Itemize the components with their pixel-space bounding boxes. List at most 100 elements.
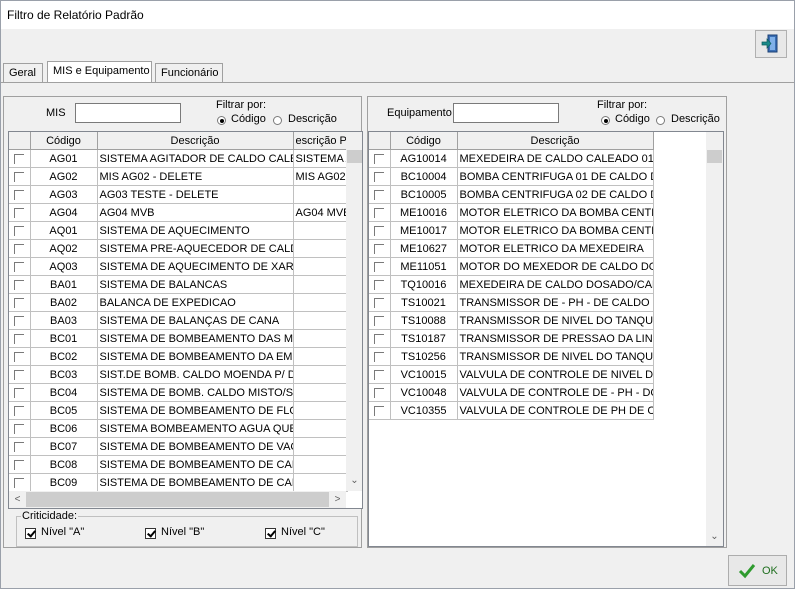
- mis-table-row[interactable]: AQ01 SISTEMA DE AQUECIMENTO: [9, 221, 348, 240]
- ok-button[interactable]: OK: [728, 555, 787, 586]
- mis-vscroll-thumb[interactable]: [347, 150, 362, 163]
- mis-table-row[interactable]: AG03 AG03 TESTE - DELETE: [9, 185, 348, 204]
- mis-scroll-left-icon[interactable]: <: [9, 491, 26, 508]
- equip-row-checkbox[interactable]: [369, 203, 391, 222]
- equip-row-descricao: MOTOR ELETRICO DA MEXEDEIRA: [457, 239, 654, 258]
- mis-row-checkbox[interactable]: [9, 203, 31, 222]
- equip-vscroll-thumb[interactable]: [707, 150, 722, 163]
- mis-row-checkbox[interactable]: [9, 275, 31, 294]
- mis-row-checkbox[interactable]: [9, 167, 31, 186]
- mis-table-row[interactable]: BC08 SISTEMA DE BOMBEAMENTO DE CAL: [9, 455, 348, 474]
- exit-button[interactable]: [755, 30, 787, 58]
- equip-table-row[interactable]: ME11051 MOTOR DO MEXEDOR DE CALDO DO: [369, 257, 654, 276]
- equip-row-checkbox[interactable]: [369, 257, 391, 276]
- equip-row-checkbox[interactable]: [369, 185, 391, 204]
- equip-search-input[interactable]: [453, 103, 559, 123]
- mis-radio-codigo[interactable]: [217, 116, 226, 125]
- equip-vertical-scrollbar[interactable]: ⌄: [706, 132, 723, 546]
- equip-radio-descricao[interactable]: [656, 116, 665, 125]
- mis-row-checkbox[interactable]: [9, 293, 31, 312]
- equip-table-row[interactable]: BC10005 BOMBA CENTRIFUGA 02 DE CALDO D: [369, 185, 654, 204]
- equip-table-row[interactable]: ME10017 MOTOR ELETRICO DA BOMBA CENTF: [369, 221, 654, 240]
- nivel-c-checkbox[interactable]: [265, 528, 276, 539]
- mis-table-row[interactable]: AQ02 SISTEMA PRE-AQUECEDOR DE CALD: [9, 239, 348, 258]
- equip-row-checkbox[interactable]: [369, 383, 391, 402]
- mis-table-row[interactable]: BA03 SISTEMA DE BALANÇAS DE CANA: [9, 311, 348, 330]
- mis-table-row[interactable]: AG01 SISTEMA AGITADOR DE CALDO CALE SISTEM…: [9, 149, 348, 168]
- mis-row-checkbox[interactable]: [9, 401, 31, 420]
- mis-table-row[interactable]: BC09 SISTEMA DE BOMBEAMENTO DE CAL: [9, 473, 348, 492]
- mis-scroll-down-icon[interactable]: ⌄: [346, 472, 362, 489]
- mis-row-checkbox[interactable]: [9, 419, 31, 438]
- mis-row-checkbox[interactable]: [9, 329, 31, 348]
- mis-table-row[interactable]: AG04 AG04 MVB AG04 MVE: [9, 203, 348, 222]
- mis-col-codigo[interactable]: Código: [30, 132, 98, 150]
- equip-row-checkbox[interactable]: [369, 239, 391, 258]
- mis-table-row[interactable]: BC04 SISTEMA DE BOMB. CALDO MISTO/SU: [9, 383, 348, 402]
- equip-table-row[interactable]: TS10021 TRANSMISSOR DE - PH - DE CALDO C: [369, 293, 654, 312]
- equip-table-row[interactable]: TS10187 TRANSMISSOR DE PRESSAO DA LINH: [369, 329, 654, 348]
- mis-col-select[interactable]: [9, 132, 31, 150]
- equip-row-checkbox[interactable]: [369, 347, 391, 366]
- tab-mis-equipamento[interactable]: MIS e Equipamento: [47, 61, 152, 83]
- mis-row-checkbox[interactable]: [9, 221, 31, 240]
- mis-table-row[interactable]: BC06 SISTEMA BOMBEAMENTO AGUA QUE: [9, 419, 348, 438]
- equip-col-codigo[interactable]: Código: [390, 132, 458, 150]
- mis-scroll-right-icon[interactable]: >: [329, 491, 346, 508]
- equip-col-select[interactable]: [369, 132, 391, 150]
- equip-table-row[interactable]: TS10256 TRANSMISSOR DE NIVEL DO TANQUI: [369, 347, 654, 366]
- equip-row-checkbox[interactable]: [369, 167, 391, 186]
- mis-search-input[interactable]: [75, 103, 181, 123]
- equip-row-checkbox[interactable]: [369, 311, 391, 330]
- equip-table-row[interactable]: VC10048 VALVULA DE CONTROLE DE - PH - DC: [369, 383, 654, 402]
- equip-row-checkbox[interactable]: [369, 365, 391, 384]
- mis-row-checkbox[interactable]: [9, 257, 31, 276]
- equip-table-row[interactable]: AG10014 MEXEDEIRA DE CALDO CALEADO 01: [369, 149, 654, 168]
- mis-radio-descricao[interactable]: [273, 116, 282, 125]
- equip-scroll-down-icon[interactable]: ⌄: [706, 528, 723, 545]
- nivel-b-checkbox[interactable]: [145, 528, 156, 539]
- mis-table-row[interactable]: BC01 SISTEMA DE BOMBEAMENTO DAS MO: [9, 329, 348, 348]
- tab-geral[interactable]: Geral: [3, 63, 43, 82]
- equip-col-descricao[interactable]: Descrição: [457, 132, 654, 150]
- mis-col-descricao[interactable]: Descrição: [97, 132, 294, 150]
- equip-row-checkbox[interactable]: [369, 401, 391, 420]
- equip-row-checkbox[interactable]: [369, 275, 391, 294]
- mis-hscroll-thumb[interactable]: [26, 492, 329, 507]
- equip-table-row[interactable]: VC10015 VALVULA DE CONTROLE DE NIVEL DU: [369, 365, 654, 384]
- equip-table-row[interactable]: VC10355 VALVULA DE CONTROLE DE PH DE C: [369, 401, 654, 420]
- mis-table-row[interactable]: BA01 SISTEMA DE BALANCAS: [9, 275, 348, 294]
- mis-table-row[interactable]: BC03 SIST.DE BOMB. CALDO MOENDA P/ D: [9, 365, 348, 384]
- tab-funcionario[interactable]: Funcionário: [155, 63, 223, 82]
- equip-row-checkbox[interactable]: [369, 221, 391, 240]
- mis-row-checkbox[interactable]: [9, 365, 31, 384]
- equip-table-row[interactable]: BC10004 BOMBA CENTRIFUGA 01 DE CALDO D: [369, 167, 654, 186]
- mis-row-checkbox[interactable]: [9, 437, 31, 456]
- equip-radio-codigo[interactable]: [601, 116, 610, 125]
- equip-table-row[interactable]: TS10088 TRANSMISSOR DE NIVEL DO TANQU: [369, 311, 654, 330]
- nivel-a-checkbox[interactable]: [25, 528, 36, 539]
- mis-horizontal-scrollbar[interactable]: < >: [9, 491, 346, 508]
- mis-row-checkbox[interactable]: [9, 311, 31, 330]
- mis-table-row[interactable]: BC05 SISTEMA DE BOMBEAMENTO DE FLO: [9, 401, 348, 420]
- mis-table-row[interactable]: BC02 SISTEMA DE BOMBEAMENTO DA EME: [9, 347, 348, 366]
- equip-row-checkbox[interactable]: [369, 293, 391, 312]
- mis-table-row[interactable]: AG02 MIS AG02 - DELETE MIS AG02: [9, 167, 348, 186]
- equip-table-row[interactable]: ME10016 MOTOR ELETRICO DA BOMBA CENTF: [369, 203, 654, 222]
- mis-row-checkbox[interactable]: [9, 347, 31, 366]
- mis-row-checkbox[interactable]: [9, 383, 31, 402]
- mis-row-checkbox[interactable]: [9, 149, 31, 168]
- mis-table-row[interactable]: BC07 SISTEMA DE BOMBEAMENTO DE VAC: [9, 437, 348, 456]
- mis-col-descricao-pi[interactable]: escrição PI: [293, 132, 348, 150]
- equip-table-row[interactable]: TQ10016 MEXEDEIRA DE CALDO DOSADO/CAL: [369, 275, 654, 294]
- mis-row-checkbox[interactable]: [9, 455, 31, 474]
- mis-table-row[interactable]: AQ03 SISTEMA DE AQUECIMENTO DE XARO: [9, 257, 348, 276]
- equip-row-checkbox[interactable]: [369, 329, 391, 348]
- equip-row-checkbox[interactable]: [369, 149, 391, 168]
- mis-table-row[interactable]: BA02 BALANCA DE EXPEDICAO: [9, 293, 348, 312]
- mis-row-checkbox[interactable]: [9, 185, 31, 204]
- equip-table-row[interactable]: ME10627 MOTOR ELETRICO DA MEXEDEIRA: [369, 239, 654, 258]
- mis-row-checkbox[interactable]: [9, 473, 31, 492]
- mis-vertical-scrollbar[interactable]: ⌄: [346, 132, 362, 491]
- mis-row-checkbox[interactable]: [9, 239, 31, 258]
